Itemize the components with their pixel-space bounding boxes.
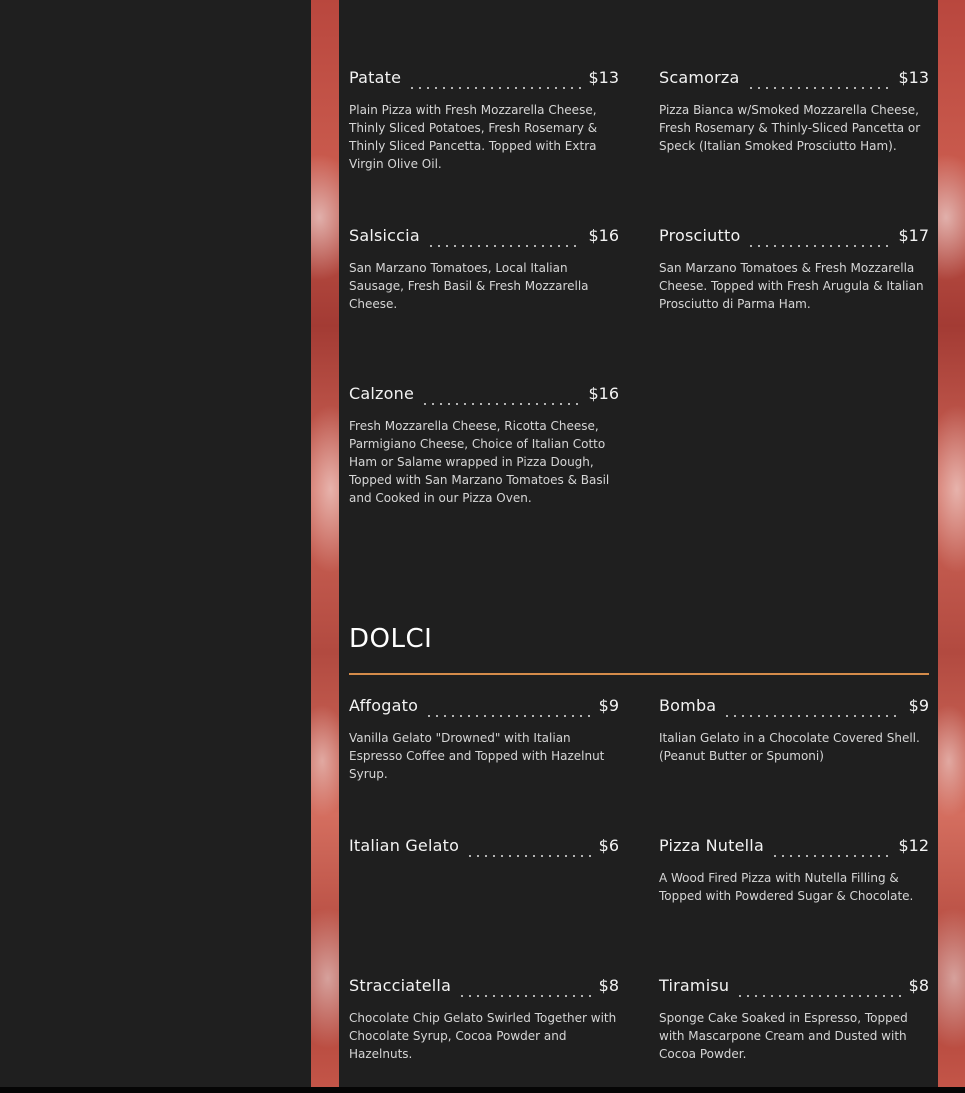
item-price: $12 — [898, 836, 929, 855]
item-name: Patate — [349, 68, 402, 87]
background-image-strip-right — [938, 0, 965, 1087]
item-description: Sponge Cake Soaked in Espresso, Topped w… — [659, 1011, 908, 1061]
item-description: Fresh Mozzarella Cheese, Ricotta Cheese,… — [349, 419, 610, 505]
leader-dots — [408, 74, 582, 90]
item-description: Plain Pizza with Fresh Mozzarella Cheese… — [349, 103, 598, 171]
leader-dots — [466, 842, 592, 858]
leader-dots — [770, 842, 892, 858]
item-description: San Marzano Tomatoes & Fresh Mozzarella … — [659, 261, 924, 311]
item-name: Stracciatella — [349, 976, 452, 995]
leader-dots — [747, 232, 892, 248]
leader-dots — [458, 982, 592, 998]
item-price: $13 — [898, 68, 929, 87]
menu-item-patate: Patate $13 Plain Pizza with Fresh Mozzar… — [349, 68, 619, 173]
menu-item-scamorza: Scamorza $13 Pizza Bianca w/Smoked Mozza… — [659, 68, 929, 155]
item-price: $9 — [908, 696, 929, 715]
item-name: Prosciutto — [659, 226, 741, 245]
menu-item-italian-gelato: Italian Gelato $6 — [349, 836, 619, 858]
item-price: $17 — [898, 226, 929, 245]
bottom-bar — [0, 1087, 965, 1093]
item-price: $16 — [588, 226, 619, 245]
menu-item-calzone: Calzone $16 Fresh Mozzarella Cheese, Ric… — [349, 384, 619, 507]
leader-dots — [426, 232, 582, 248]
item-description: Pizza Bianca w/Smoked Mozzarella Cheese,… — [659, 103, 921, 153]
item-name: Salsiccia — [349, 226, 420, 245]
section-divider — [349, 673, 929, 675]
leader-dots — [746, 74, 892, 90]
menu-item-salsiccia: Salsiccia $16 San Marzano Tomatoes, Loca… — [349, 226, 619, 313]
menu-item-bomba: Bomba $9 Italian Gelato in a Chocolate C… — [659, 696, 929, 765]
item-price: $9 — [598, 696, 619, 715]
leader-dots — [421, 390, 582, 406]
item-price: $16 — [588, 384, 619, 403]
item-price: $6 — [598, 836, 619, 855]
menu-item-prosciutto: Prosciutto $17 San Marzano Tomatoes & Fr… — [659, 226, 929, 313]
item-name: Calzone — [349, 384, 414, 403]
item-name: Pizza Nutella — [659, 836, 764, 855]
leader-dots — [425, 702, 592, 718]
item-price: $8 — [908, 976, 929, 995]
item-name: Tiramisu — [659, 976, 730, 995]
item-name: Scamorza — [659, 68, 740, 87]
background-image-strip-left — [311, 0, 339, 1087]
item-description: San Marzano Tomatoes, Local Italian Saus… — [349, 261, 589, 311]
item-price: $13 — [588, 68, 619, 87]
menu-item-stracciatella: Stracciatella $8 Chocolate Chip Gelato S… — [349, 976, 619, 1063]
menu-item-pizza-nutella: Pizza Nutella $12 A Wood Fired Pizza wit… — [659, 836, 929, 905]
item-name: Bomba — [659, 696, 717, 715]
item-price: $8 — [598, 976, 619, 995]
item-description: A Wood Fired Pizza with Nutella Filling … — [659, 871, 914, 903]
item-name: Affogato — [349, 696, 419, 715]
menu-item-tiramisu: Tiramisu $8 Sponge Cake Soaked in Espres… — [659, 976, 929, 1063]
item-description: Italian Gelato in a Chocolate Covered Sh… — [659, 731, 920, 763]
leader-dots — [723, 702, 902, 718]
leader-dots — [736, 982, 902, 998]
item-name: Italian Gelato — [349, 836, 460, 855]
menu-item-affogato: Affogato $9 Vanilla Gelato "Drowned" wit… — [349, 696, 619, 783]
item-description: Vanilla Gelato "Drowned" with Italian Es… — [349, 731, 605, 781]
item-description: Chocolate Chip Gelato Swirled Together w… — [349, 1011, 617, 1061]
section-title-dolci: DOLCI — [349, 624, 433, 654]
